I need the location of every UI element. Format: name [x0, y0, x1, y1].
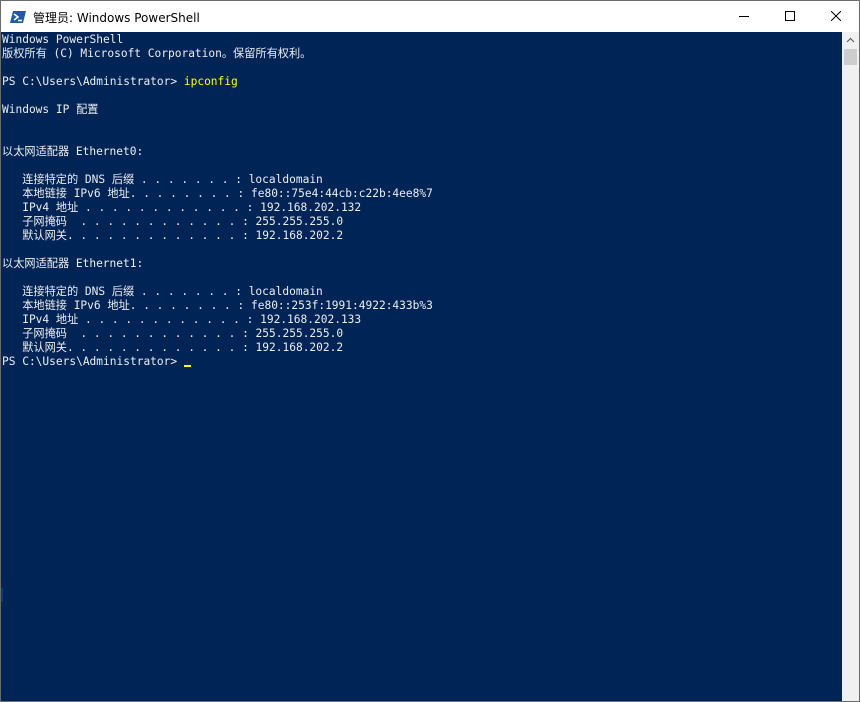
prompt: PS C:\Users\Administrator> — [2, 355, 184, 368]
adapter-header: 以太网适配器 Ethernet0: — [2, 145, 144, 158]
powershell-window: 管理员: Windows PowerShell Windows PowerShe… — [0, 0, 860, 702]
minimize-icon — [739, 16, 749, 17]
adapter-field: 连接特定的 DNS 后缀 . . . . . . . : localdomain — [2, 173, 323, 186]
prompt: PS C:\Users\Administrator> — [2, 75, 184, 88]
ip-config-title: Windows IP 配置 — [2, 103, 99, 116]
command-text: ipconfig — [183, 75, 238, 88]
maximize-icon — [785, 11, 795, 21]
title-bar[interactable]: 管理员: Windows PowerShell — [1, 1, 859, 32]
adapter-field: 默认网关. . . . . . . . . . . . . : 192.168.… — [2, 341, 344, 354]
powershell-icon[interactable] — [10, 9, 26, 23]
command-line: PS C:\Users\Administrator> ipconfig — [2, 75, 842, 89]
console-header-line: Windows PowerShell — [2, 33, 124, 46]
console-output[interactable]: Windows PowerShell 版权所有 (C) Microsoft Cor… — [1, 32, 842, 701]
final-prompt-line[interactable]: PS C:\Users\Administrator> — [2, 355, 842, 369]
adapter-field: 子网掩码 . . . . . . . . . . . . : 255.255.2… — [2, 215, 344, 228]
scroll-track[interactable] — [842, 65, 859, 701]
close-button[interactable] — [813, 1, 859, 32]
adapter-field: 连接特定的 DNS 后缀 . . . . . . . : localdomain — [2, 285, 323, 298]
adapter-field: 本地链接 IPv6 地址. . . . . . . . : fe80::253f… — [2, 299, 433, 312]
adapter-field: 子网掩码 . . . . . . . . . . . . : 255.255.2… — [2, 327, 344, 340]
close-icon — [831, 11, 841, 21]
adapter-header: 以太网适配器 Ethernet1: — [2, 257, 144, 270]
scroll-up-button[interactable] — [842, 32, 859, 49]
minimize-button[interactable] — [721, 1, 767, 32]
adapter-field: IPv4 地址 . . . . . . . . . . . . : 192.16… — [2, 313, 362, 326]
vertical-scrollbar[interactable] — [842, 32, 859, 701]
window-title: 管理员: Windows PowerShell — [33, 11, 200, 25]
adapter-field: IPv4 地址 . . . . . . . . . . . . : 192.16… — [2, 201, 362, 214]
chevron-up-icon — [846, 37, 855, 43]
console-copyright-line: 版权所有 (C) Microsoft Corporation。保留所有权利。 — [2, 47, 312, 60]
console-edge-marker — [1, 588, 3, 602]
maximize-button[interactable] — [767, 1, 813, 32]
adapter-field: 本地链接 IPv6 地址. . . . . . . . : fe80::75e4… — [2, 187, 433, 200]
adapter-field: 默认网关. . . . . . . . . . . . . : 192.168.… — [2, 229, 344, 242]
text-cursor — [183, 365, 191, 367]
scroll-thumb[interactable] — [844, 49, 857, 65]
